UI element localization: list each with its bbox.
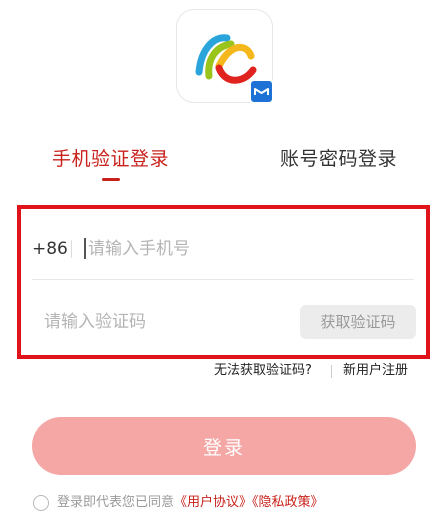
agreement-text: 登录即代表您已同意《用户协议》《隐私政策》 [57, 493, 324, 513]
register-link[interactable]: 新用户注册 [343, 361, 408, 381]
agreement-checkbox[interactable] [33, 495, 49, 511]
app-logo [176, 9, 274, 104]
agreement-prefix: 登录即代表您已同意 [57, 495, 175, 510]
text-cursor [84, 238, 86, 259]
login-button[interactable]: 登录 [32, 417, 416, 475]
country-code-divider [71, 240, 72, 258]
help-divider [331, 365, 332, 378]
tab-sms-login[interactable]: 手机验证登录 [52, 146, 169, 172]
cant-get-code-link[interactable]: 无法获取验证码? [214, 361, 312, 381]
phone-input[interactable] [88, 236, 408, 262]
login-page: 手机验证登录 账号密码登录 +86 获取验证码 无法获取验证码? 新用户注册 登… [0, 0, 447, 515]
mail-badge-icon [249, 79, 274, 104]
country-code[interactable]: +86 [32, 237, 68, 261]
verification-code-input[interactable] [44, 309, 284, 335]
user-agreement-link[interactable]: 《用户协议》 [174, 495, 252, 510]
tab-password-login[interactable]: 账号密码登录 [280, 146, 397, 172]
get-code-button[interactable]: 获取验证码 [300, 305, 416, 339]
active-tab-indicator [102, 178, 120, 181]
form-divider [32, 279, 414, 280]
privacy-policy-link[interactable]: 《隐私政策》 [252, 495, 324, 510]
